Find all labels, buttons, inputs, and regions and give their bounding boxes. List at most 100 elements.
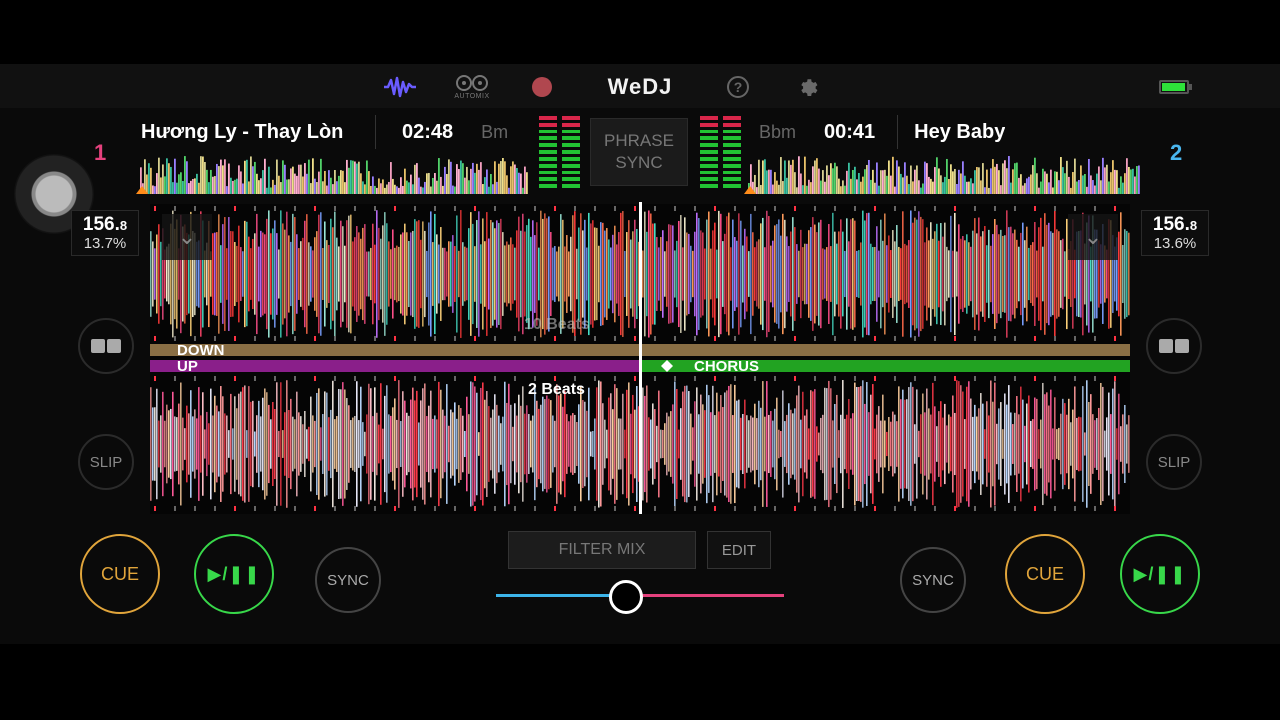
waveform-bar (698, 414, 700, 474)
waveform-bar (274, 220, 276, 328)
overview-bar (1056, 171, 1058, 194)
crossfader-track-left[interactable] (496, 594, 626, 597)
filter-mix-button[interactable]: FILTER MIX (508, 531, 696, 569)
overview-bar (196, 173, 198, 194)
waveform-bar (628, 382, 630, 506)
waveform-bar (468, 414, 470, 474)
overview-bar (904, 162, 906, 194)
overview-bar (334, 170, 336, 194)
waveform-bar (412, 387, 414, 501)
overview-bar (1048, 182, 1050, 194)
waveform-bar (836, 243, 838, 305)
beat-tick (714, 336, 716, 341)
beat-tick (234, 506, 236, 511)
waveform-bar (846, 218, 848, 330)
phrase-sync-button[interactable]: PHRASE SYNC (590, 118, 688, 186)
overview-bar (286, 179, 288, 194)
waveform-bar (1118, 231, 1120, 317)
waveform-bar (514, 247, 516, 301)
overview-bar (480, 162, 482, 194)
deck2-overview-waveform[interactable] (744, 152, 1140, 194)
edit-button[interactable]: EDIT (707, 531, 771, 569)
waveform-bar (158, 224, 160, 324)
meter-segment (539, 129, 557, 134)
deck2-play-pause-button[interactable]: ▶/❚❚ (1120, 534, 1200, 614)
waveform-bar (484, 399, 486, 489)
gear-icon[interactable] (797, 70, 821, 104)
deck1-play-pause-button[interactable]: ▶/❚❚ (194, 534, 274, 614)
waveform-bar (266, 392, 268, 496)
overview-bar (420, 186, 422, 194)
overview-bar (504, 161, 506, 194)
waveform-bar (498, 223, 500, 325)
waveform-bar (626, 389, 628, 499)
deck2-track-title[interactable]: Hey Baby (914, 121, 1005, 144)
overview-bar (1090, 175, 1092, 194)
waveform-bar (760, 407, 762, 481)
deck2-pad-button[interactable] (1146, 318, 1202, 374)
waveform-bar (1114, 381, 1116, 507)
overview-bar (1136, 166, 1138, 194)
deck1-sync-button[interactable]: SYNC (315, 547, 381, 613)
waveform-bar (402, 391, 404, 497)
waveform-bar (724, 233, 726, 315)
waveform-bar (684, 217, 686, 331)
waveform-bar (438, 244, 440, 304)
waveform-bar (800, 419, 802, 469)
waveform-bar (932, 382, 934, 506)
overview-bar (870, 179, 872, 194)
deck2-cue-button[interactable]: CUE (1005, 534, 1085, 614)
waveform-bar (930, 222, 932, 326)
overview-bar (492, 184, 494, 194)
overview-bar (922, 183, 924, 194)
waveform-bar (296, 391, 298, 497)
deck1-pad-button[interactable] (78, 318, 134, 374)
waveform-bar (442, 247, 444, 301)
overview-bar (936, 157, 938, 194)
deck1-bpm-display[interactable]: 156.8 13.7% (71, 210, 139, 256)
waveform-bar (870, 394, 872, 494)
deck2-slip-button[interactable]: SLIP (1146, 434, 1202, 490)
overview-bar (1096, 173, 1098, 194)
waveform-bar (926, 227, 928, 321)
overview-bar (202, 156, 204, 194)
overview-bar (1034, 157, 1036, 194)
deck2-sync-button[interactable]: SYNC (900, 547, 966, 613)
waveform-icon[interactable] (382, 70, 418, 104)
waveform-bar (232, 231, 234, 317)
overview-bar (1104, 167, 1106, 194)
waveform-bar (456, 418, 458, 470)
overview-bar (810, 182, 812, 194)
waveform-bar (710, 412, 712, 476)
overview-bar (1124, 173, 1126, 194)
waveform-bar (470, 381, 472, 507)
waveform-bar (1006, 210, 1008, 338)
record-button[interactable] (530, 70, 554, 104)
deck1-overview-waveform[interactable] (136, 152, 528, 194)
waveform-bar (630, 413, 632, 475)
overview-bar (966, 181, 968, 194)
deck2-bpm-display[interactable]: 156.8 13.6% (1141, 210, 1209, 256)
crossfader-track-right[interactable] (630, 594, 784, 597)
automix-button[interactable]: AUTOMIX (452, 70, 492, 104)
overview-bar (890, 175, 892, 194)
waveform-bar (666, 412, 668, 476)
chevron-down-icon[interactable]: ⌄ (1068, 214, 1118, 260)
waveform-bar (550, 400, 552, 488)
waveform-bar (692, 250, 694, 298)
waveform-bar (722, 241, 724, 307)
deck1-cue-button[interactable]: CUE (80, 534, 160, 614)
overview-bar (472, 162, 474, 194)
waveform-bar (918, 211, 920, 337)
chevron-down-icon[interactable]: ⌄ (162, 214, 212, 260)
beat-tick (834, 506, 836, 511)
help-button[interactable]: ? (726, 70, 750, 104)
waveform-bar (550, 231, 552, 317)
waveform-bar (924, 412, 926, 476)
deck1-slip-button[interactable]: SLIP (78, 434, 134, 490)
beat-tick (294, 206, 296, 211)
waveform-bar (288, 235, 290, 313)
waveform-bar (432, 418, 434, 470)
deck1-track-title[interactable]: Hương Ly - Thay Lòn (141, 121, 359, 144)
crossfader-knob[interactable] (608, 580, 643, 614)
